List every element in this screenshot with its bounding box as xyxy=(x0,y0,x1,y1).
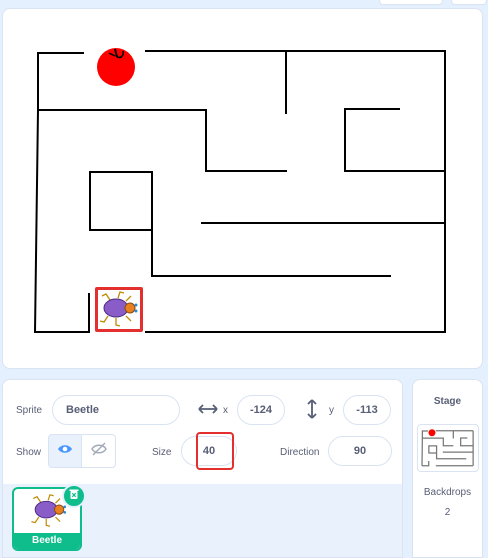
y-label: y xyxy=(329,405,334,416)
maze-backdrop xyxy=(33,50,446,334)
size-label: Size xyxy=(152,447,172,458)
stage-selector-panel[interactable]: Stage Backdrops 2 xyxy=(412,379,483,558)
sprite-name-input[interactable]: Beetle xyxy=(52,395,180,425)
backdrops-label: Backdrops xyxy=(423,487,472,498)
x-position-input[interactable]: -124 xyxy=(237,395,285,425)
stage-panel-title: Stage xyxy=(433,396,462,407)
y-position-input[interactable]: -113 xyxy=(343,395,391,425)
apple-sprite[interactable] xyxy=(95,43,137,87)
tab-stub-2 xyxy=(451,0,487,5)
sprite-thumbnail-name: Beetle xyxy=(14,533,80,549)
size-value: 40 xyxy=(202,445,216,457)
maze-thumb-icon xyxy=(421,429,474,467)
stage-canvas[interactable] xyxy=(2,8,483,369)
direction-label: Direction xyxy=(280,447,320,458)
beetle-icon xyxy=(99,291,138,327)
show-visible-button[interactable] xyxy=(48,434,82,468)
x-arrows-icon xyxy=(198,402,218,420)
show-hidden-button[interactable] xyxy=(81,434,116,468)
tab-stub-1 xyxy=(379,0,443,5)
delete-sprite-button[interactable] xyxy=(62,484,86,508)
show-label: Show xyxy=(16,447,42,458)
x-label: x xyxy=(223,405,228,416)
backdrops-count: 2 xyxy=(444,507,451,518)
size-input-field[interactable]: 40 xyxy=(181,432,237,470)
sprite-label: Sprite xyxy=(16,405,43,416)
beetle-sprite[interactable] xyxy=(95,287,143,332)
stage-thumbnail[interactable] xyxy=(417,424,479,472)
eye-slash-icon xyxy=(90,442,107,461)
direction-input[interactable]: 90 xyxy=(328,436,392,466)
trash-icon xyxy=(68,487,80,505)
eye-icon xyxy=(57,442,73,460)
y-arrows-icon xyxy=(306,399,318,424)
sprite-info-fields: Sprite Beetle x -124 y -113 Show Size 40 xyxy=(3,380,402,485)
